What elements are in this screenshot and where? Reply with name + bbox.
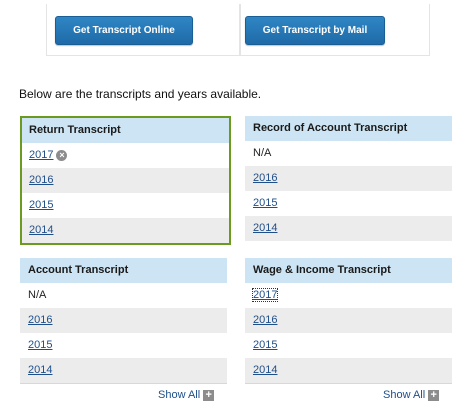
online-button-box: Get Transcript Online [46,4,240,56]
panel-title: Record of Account Transcript [245,116,452,141]
year-link-2015[interactable]: 2015 [253,339,277,351]
year-row: 2016 [20,308,227,333]
year-link-2017[interactable]: 2017 [29,149,53,161]
year-link-2015[interactable]: 2015 [253,197,277,209]
year-row: 2016 [245,308,452,333]
year-row: 2015 [22,193,229,218]
year-row: 2017 [245,283,452,308]
record-of-account-panel: Record of Account Transcript N/A 2016 20… [245,116,452,241]
year-link-2015[interactable]: 2015 [28,339,52,351]
year-link-2014[interactable]: 2014 [253,222,277,234]
get-transcript-by-mail-button[interactable]: Get Transcript by Mail [245,16,385,45]
year-link-2016[interactable]: 2016 [28,314,52,326]
year-row: 2014 [22,218,229,243]
year-row: 2014 [245,216,452,241]
year-row: N/A [20,283,227,308]
show-all-account-link[interactable]: Show All + [158,389,215,401]
show-all-label: Show All [158,389,201,401]
not-available-text: N/A [253,147,272,159]
year-row: 2015 [20,333,227,358]
year-row: 2015 [245,333,452,358]
year-link-2016[interactable]: 2016 [253,314,277,326]
year-link-2014[interactable]: 2014 [29,224,53,236]
year-row: 2014 [245,358,452,383]
year-row: 2015 [245,191,452,216]
year-row: 2014 [20,358,227,383]
panel-title: Wage & Income Transcript [245,258,452,283]
year-row: 2016 [245,166,452,191]
year-link-2014[interactable]: 2014 [253,364,277,376]
panel-title: Account Transcript [20,258,227,283]
divider [20,383,227,384]
year-link-2017[interactable]: 2017 [251,288,279,302]
year-link-2014[interactable]: 2014 [28,364,52,376]
divider [245,383,452,384]
plus-icon: + [203,389,215,401]
year-row: 2016 [22,168,229,193]
year-link-2016[interactable]: 2016 [29,174,53,186]
panel-title: Return Transcript [22,118,229,143]
account-transcript-panel: Account Transcript N/A 2016 2015 2014 [20,258,227,383]
close-circle-icon[interactable]: × [56,149,68,161]
year-row: 2017 × [22,143,229,168]
show-all-label: Show All [383,389,426,401]
plus-icon: + [428,389,440,401]
not-available-text: N/A [28,289,47,301]
return-transcript-panel: Return Transcript 2017 × 2016 2015 2014 [20,116,231,245]
show-all-wage-link[interactable]: Show All + [383,389,440,401]
year-row: N/A [245,141,452,166]
intro-text: Below are the transcripts and years avai… [19,87,262,101]
mail-button-box: Get Transcript by Mail [240,4,430,56]
year-link-2015[interactable]: 2015 [29,199,53,211]
wage-income-panel: Wage & Income Transcript 2017 2016 2015 … [245,258,452,383]
year-link-2016[interactable]: 2016 [253,172,277,184]
get-transcript-online-button[interactable]: Get Transcript Online [55,16,193,45]
